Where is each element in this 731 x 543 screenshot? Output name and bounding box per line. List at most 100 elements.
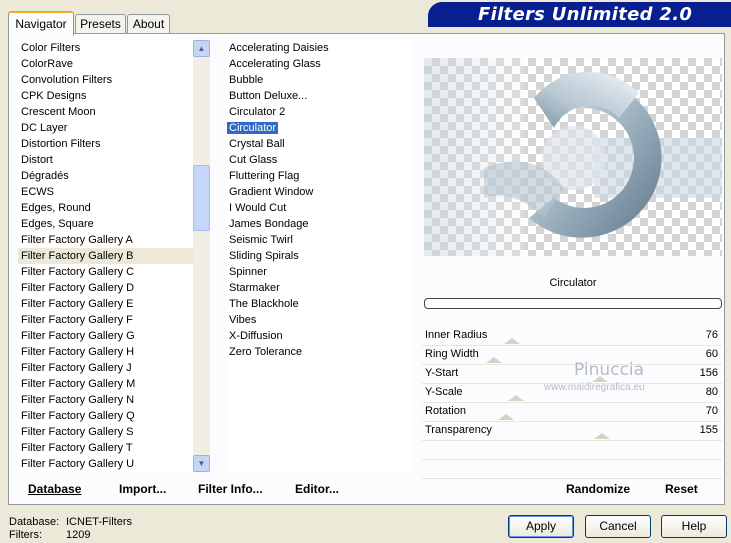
filter-item-label: X-Diffusion xyxy=(229,330,283,342)
param-value: 156 xyxy=(699,367,718,379)
category-item-label: Filter Factory Gallery C xyxy=(21,266,135,278)
category-item[interactable]: Filter Factory Gallery E xyxy=(18,296,193,312)
category-item[interactable]: DC Layer xyxy=(18,120,193,136)
filter-item-label: Gradient Window xyxy=(229,186,314,198)
help-button[interactable]: Help xyxy=(661,515,727,538)
filter-item-label: Seismic Twirl xyxy=(229,234,293,246)
filter-item[interactable]: Seismic Twirl xyxy=(226,232,414,248)
category-item[interactable]: Dégradés xyxy=(18,168,193,184)
filter-item[interactable]: Accelerating Daisies xyxy=(226,40,414,56)
category-item[interactable]: CPK Designs xyxy=(18,88,193,104)
filter-list[interactable]: Accelerating Daisies Accelerating Glass Bu… xyxy=(226,40,414,472)
param-row[interactable]: Rotation 70 xyxy=(422,403,722,422)
category-item-label: Filter Factory Gallery E xyxy=(21,298,134,310)
tab-presets[interactable]: Presets xyxy=(75,14,126,34)
category-item[interactable]: Edges, Square xyxy=(18,216,193,232)
category-item-label: Crescent Moon xyxy=(21,106,96,118)
filter-item[interactable]: X-Diffusion xyxy=(226,328,414,344)
category-item[interactable]: Filter Factory Gallery N xyxy=(18,392,193,408)
param-row[interactable]: Transparency 155 xyxy=(422,422,722,441)
filter-item[interactable]: James Bondage xyxy=(226,216,414,232)
cancel-button[interactable]: Cancel xyxy=(585,515,651,538)
scroll-thumb[interactable] xyxy=(193,165,210,231)
filter-item-label: Zero Tolerance xyxy=(229,346,303,358)
category-item-label: Dégradés xyxy=(21,170,69,182)
filter-item[interactable]: Circulator 2 xyxy=(226,104,414,120)
category-item[interactable]: Filter Factory Gallery F xyxy=(18,312,193,328)
category-item[interactable]: Crescent Moon xyxy=(18,104,193,120)
param-value: 60 xyxy=(705,348,718,360)
category-item[interactable]: Distort xyxy=(18,152,193,168)
category-item-label: Filter Factory Gallery F xyxy=(21,314,133,326)
filter-item[interactable]: Gradient Window xyxy=(226,184,414,200)
category-item-label: Filter Factory Gallery U xyxy=(21,458,135,470)
scroll-down-icon[interactable]: ▼ xyxy=(193,455,210,472)
category-item[interactable]: ColorRave xyxy=(18,56,193,72)
category-scrollbar[interactable]: ▲ ▼ xyxy=(193,40,210,472)
slider-marker-icon[interactable] xyxy=(504,338,520,344)
filter-item[interactable]: Button Deluxe... xyxy=(226,88,414,104)
param-label: Inner Radius xyxy=(425,329,488,341)
randomize-button[interactable]: Randomize xyxy=(566,482,630,496)
category-item[interactable]: Color Filters xyxy=(18,40,193,56)
category-item-label: ColorRave xyxy=(21,58,73,70)
category-item[interactable]: Filter Factory Gallery G xyxy=(18,328,193,344)
param-row[interactable]: Ring Width 60 xyxy=(422,346,722,365)
category-item[interactable]: Convolution Filters xyxy=(18,72,193,88)
apply-button[interactable]: Apply xyxy=(508,515,574,538)
category-item[interactable]: Filter Factory Gallery S xyxy=(18,424,193,440)
param-value: 76 xyxy=(705,329,718,341)
category-item[interactable]: ECWS xyxy=(18,184,193,200)
slider-marker-icon[interactable] xyxy=(594,433,610,439)
reset-button[interactable]: Reset xyxy=(665,482,698,496)
category-item[interactable]: Filter Factory Gallery T xyxy=(18,440,193,456)
editor-button[interactable]: Editor... xyxy=(295,482,339,496)
category-item[interactable]: Filter Factory Gallery B xyxy=(18,248,193,264)
filter-item-label: Bubble xyxy=(229,74,264,86)
category-item[interactable]: Filter Factory Gallery H xyxy=(18,344,193,360)
category-item[interactable]: Distortion Filters xyxy=(18,136,193,152)
filter-item[interactable]: Accelerating Glass xyxy=(226,56,414,72)
param-label: Transparency xyxy=(425,424,492,436)
category-item[interactable]: Filter Factory Gallery D xyxy=(18,280,193,296)
param-label: Ring Width xyxy=(425,348,479,360)
category-item[interactable]: Filter Factory Gallery A xyxy=(18,232,193,248)
filter-item[interactable]: Fluttering Flag xyxy=(226,168,414,184)
filter-item[interactable]: Starmaker xyxy=(226,280,414,296)
filter-item[interactable]: I Would Cut xyxy=(226,200,414,216)
scroll-up-icon[interactable]: ▲ xyxy=(193,40,210,57)
tab-navigator[interactable]: Navigator xyxy=(8,11,74,36)
database-button[interactable]: Database xyxy=(28,482,81,496)
filter-item[interactable]: Spinner xyxy=(226,264,414,280)
category-item[interactable]: Filter Factory Gallery Q xyxy=(18,408,193,424)
category-item[interactable]: Filter Factory Gallery M xyxy=(18,376,193,392)
category-item-label: Filter Factory Gallery T xyxy=(21,442,133,454)
filter-item-label: Accelerating Daisies xyxy=(229,42,329,54)
category-item[interactable]: Edges, Round xyxy=(18,200,193,216)
param-label: Y-Scale xyxy=(425,386,463,398)
import-button[interactable]: Import... xyxy=(119,482,166,496)
slider-marker-icon[interactable] xyxy=(486,357,502,363)
slider-marker-icon[interactable] xyxy=(498,414,514,420)
category-item[interactable]: Filter Factory Gallery J xyxy=(18,360,193,376)
category-item-label: Edges, Round xyxy=(21,202,91,214)
filter-item[interactable]: Circulator xyxy=(226,120,414,136)
slider-marker-icon[interactable] xyxy=(508,395,524,401)
filter-item[interactable]: Crystal Ball xyxy=(226,136,414,152)
category-item-label: Edges, Square xyxy=(21,218,94,230)
filter-item[interactable]: Sliding Spirals xyxy=(226,248,414,264)
category-item[interactable]: Filter Factory Gallery C xyxy=(18,264,193,280)
tab-about[interactable]: About xyxy=(127,14,170,34)
watermark-site: www.maidiregrafica.eu xyxy=(544,382,645,393)
filter-item[interactable]: Cut Glass xyxy=(226,152,414,168)
filter-item[interactable]: The Blackhole xyxy=(226,296,414,312)
category-item[interactable]: Filter Factory Gallery U xyxy=(18,456,193,472)
param-row[interactable]: Inner Radius 76 xyxy=(422,327,722,346)
filter-item[interactable]: Bubble xyxy=(226,72,414,88)
filter-item[interactable]: Zero Tolerance xyxy=(226,344,414,360)
filter-item-label: Crystal Ball xyxy=(229,138,285,150)
filter-info-button[interactable]: Filter Info... xyxy=(198,482,263,496)
category-item-label: Filter Factory Gallery Q xyxy=(21,410,135,422)
filter-item[interactable]: Vibes xyxy=(226,312,414,328)
category-list[interactable]: Color Filters ColorRave Convolution Filter… xyxy=(18,40,193,472)
